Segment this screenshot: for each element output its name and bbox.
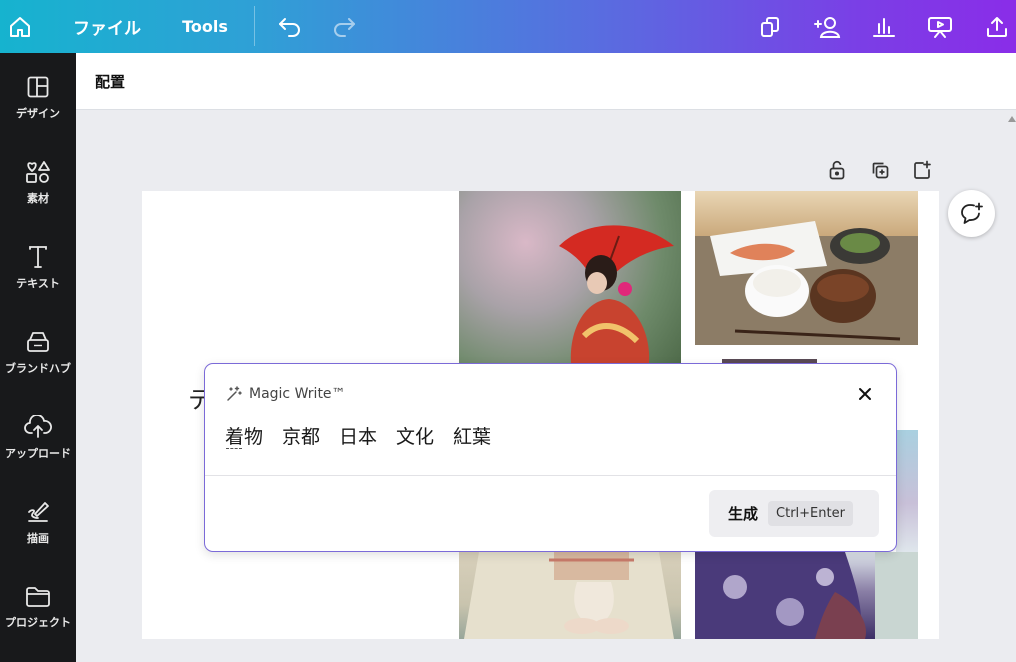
shortcut-badge: Ctrl+Enter — [768, 501, 853, 526]
kimono-sitting-photo[interactable] — [459, 552, 681, 639]
elements-icon — [26, 161, 50, 183]
sidebar-item-label: テキスト — [16, 277, 60, 290]
add-page-icon — [914, 160, 931, 179]
sidebar-item-label: 素材 — [27, 192, 49, 205]
sidebar-item-label: アップロード — [5, 447, 71, 460]
magic-write-title: Magic Write™ — [249, 386, 346, 402]
share-people-icon — [814, 16, 841, 38]
resize-icon — [761, 16, 779, 37]
add-page-button[interactable] — [910, 158, 934, 182]
toolbar-divider — [254, 6, 255, 46]
kimono-umbrella-illustration — [559, 225, 674, 363]
purple-kimono-photo[interactable] — [695, 552, 918, 639]
purple-kimono-illustration — [695, 552, 918, 639]
sidebar-item-draw[interactable]: 描画 — [0, 488, 76, 558]
text-icon — [29, 246, 47, 268]
generate-label: 生成 — [728, 505, 759, 523]
photo-right-edge — [896, 430, 918, 552]
close-button[interactable] — [853, 382, 877, 406]
undo-button[interactable] — [272, 0, 308, 53]
spellcheck-underline — [226, 448, 242, 449]
sidebar-item-label: プロジェクト — [5, 616, 71, 629]
present-button[interactable] — [922, 0, 958, 53]
magic-wand-icon — [227, 386, 242, 401]
share-people-button[interactable] — [808, 0, 848, 53]
lock-page-button[interactable] — [825, 158, 849, 182]
generate-button[interactable]: 生成 Ctrl+Enter — [709, 490, 879, 537]
upload-share-icon — [987, 16, 1007, 37]
brand-icon — [27, 332, 49, 352]
resize-button[interactable] — [752, 0, 788, 53]
sidebar-item-elements[interactable]: 素材 — [0, 148, 76, 218]
upload-share-button[interactable] — [978, 0, 1016, 53]
sidebar-item-brand-hub[interactable]: ブランドハブ — [0, 318, 76, 388]
japanese-meal-illustration — [695, 221, 918, 345]
file-menu-button[interactable]: ファイル — [62, 0, 152, 53]
top-toolbar: ファイル Tools — [0, 0, 1016, 53]
scroll-up-arrow[interactable] — [1008, 116, 1016, 122]
comment-add-icon — [960, 202, 983, 224]
layout-icon — [27, 76, 49, 98]
magic-write-header: Magic Write™ — [225, 384, 346, 404]
upload-icon — [24, 415, 52, 438]
tools-menu-button[interactable]: Tools — [172, 0, 238, 53]
sidebar-item-upload[interactable]: アップロード — [0, 403, 76, 473]
draw-icon — [28, 502, 49, 522]
folder-icon — [26, 587, 50, 607]
sidebar-item-projects[interactable]: プロジェクト — [0, 573, 76, 643]
magic-write-prompt-input[interactable]: 着物 京都 日本 文化 紅葉 — [225, 422, 491, 449]
kimono-umbrella-photo[interactable] — [459, 191, 681, 363]
context-header: 配置 — [76, 53, 1016, 110]
sidebar-item-design[interactable]: デザイン — [0, 63, 76, 133]
sidebar-item-label: 描画 — [27, 532, 49, 545]
duplicate-page-button[interactable] — [868, 158, 892, 182]
close-icon — [859, 388, 871, 400]
kimono-sitting-illustration — [464, 552, 674, 639]
dialog-divider — [205, 475, 896, 476]
sidebar-item-label: ブランドハブ — [5, 362, 71, 375]
home-icon — [10, 16, 30, 37]
japanese-meal-photo[interactable] — [695, 191, 918, 345]
magic-write-dialog: Magic Write™ 着物 京都 日本 文化 紅葉 生成 Ctrl+Ente… — [204, 363, 897, 552]
position-button[interactable]: 配置 — [95, 71, 125, 92]
left-sidebar: デザイン 素材 テキスト ブランドハブ アップロード 描画 プロジェクト — [0, 53, 76, 662]
home-button[interactable] — [0, 0, 40, 53]
sidebar-item-label: デザイン — [16, 107, 60, 120]
add-comment-button[interactable] — [948, 190, 995, 237]
insights-icon — [873, 17, 895, 37]
present-icon — [928, 16, 952, 38]
sidebar-item-text[interactable]: テキスト — [0, 233, 76, 303]
insights-button[interactable] — [866, 0, 902, 53]
duplicate-icon — [872, 162, 889, 179]
redo-icon — [334, 17, 355, 37]
lock-icon — [829, 160, 845, 180]
redo-button[interactable] — [326, 0, 362, 53]
undo-icon — [279, 17, 300, 37]
